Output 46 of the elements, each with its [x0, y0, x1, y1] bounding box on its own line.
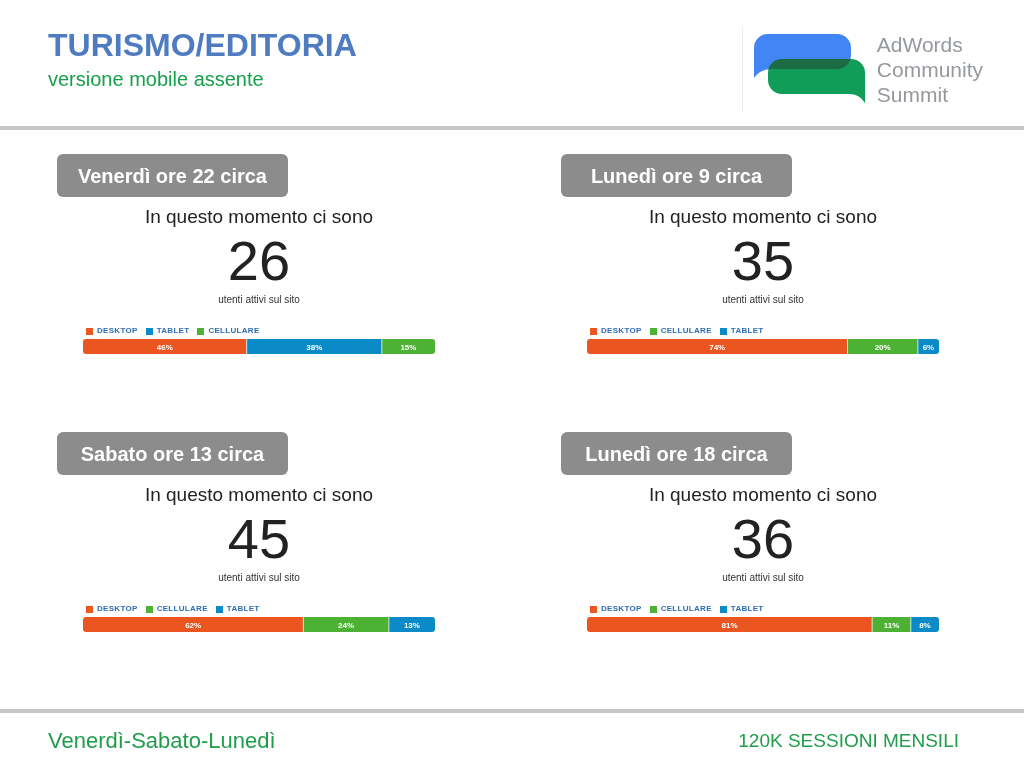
caption-text: utenti attivi sul sito	[722, 572, 804, 584]
legend-label: DESKTOP	[601, 326, 642, 336]
bar-value-label: 46%	[156, 342, 173, 352]
time-label: Lunedì ore 18 circa	[561, 432, 792, 475]
active-users-count: 26	[227, 233, 291, 289]
page-subtitle: versione mobile assente	[48, 68, 264, 91]
bar-value-label: 38%	[306, 342, 323, 352]
active-users-count: 35	[731, 233, 795, 289]
time-label: Sabato ore 13 circa	[57, 432, 288, 475]
legend-label: TABLET	[730, 326, 764, 336]
time-label: Lunedì ore 9 circa	[561, 154, 792, 197]
page-title: TURISMO/EDITORIA	[48, 27, 357, 64]
legend-label: TABLET	[156, 326, 190, 336]
legend-label: TABLET	[730, 604, 764, 614]
bar-value-label: 24%	[338, 620, 355, 630]
bar-value-label: 11%	[883, 620, 900, 630]
footer-days-text: Venerdì-Sabato-Lunedì	[48, 727, 276, 754]
caption-text: utenti attivi sul sito	[722, 294, 804, 306]
active-users-count: 36	[731, 511, 795, 567]
intro-text: In questo momento ci sono	[648, 484, 878, 506]
legend-label: DESKTOP	[97, 604, 138, 614]
active-users-count: 45	[227, 511, 291, 567]
legend-label: CELLULARE	[156, 604, 208, 614]
speech-bubbles-logo-icon	[753, 34, 865, 103]
bar-value-label: 6%	[922, 342, 935, 352]
bar-value-label: 13%	[403, 620, 420, 630]
bar-value-label: 8%	[919, 620, 931, 630]
bar-value-label: 15%	[400, 342, 417, 352]
intro-text: In questo momento ci sono	[144, 206, 374, 228]
caption-text: utenti attivi sul sito	[218, 294, 300, 306]
legend-label: TABLET	[226, 604, 260, 614]
time-label: Venerdì ore 22 circa	[57, 154, 288, 197]
intro-text: In questo momento ci sono	[144, 484, 374, 506]
bar-value-label: 62%	[185, 620, 202, 630]
bar-value-label: 74%	[709, 342, 726, 352]
legend-label: DESKTOP	[601, 604, 642, 614]
legend-label: CELLULARE	[208, 326, 260, 336]
footer-sessions-text: 120K SESSIONI MENSILI	[738, 729, 959, 752]
legend-label: DESKTOP	[97, 326, 138, 336]
logo-wordmark: AdWords Community Summit	[876, 32, 983, 107]
legend-label: CELLULARE	[660, 326, 712, 336]
caption-text: utenti attivi sul sito	[218, 572, 300, 584]
bar-value-label: 20%	[874, 342, 891, 352]
legend-label: CELLULARE	[660, 604, 712, 614]
bar-value-label: 81%	[721, 620, 738, 630]
intro-text: In questo momento ci sono	[648, 206, 878, 228]
